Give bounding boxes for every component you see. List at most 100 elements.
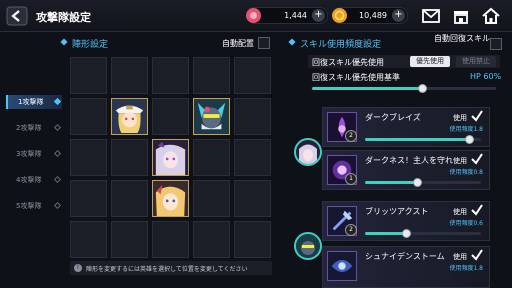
skill-frequency: 使用頻度0.8 <box>449 169 483 176</box>
skill-use-label: 使用 <box>453 208 467 216</box>
skill-use-label: 使用 <box>453 157 467 165</box>
shop-icon[interactable] <box>451 6 471 26</box>
grid-cell[interactable] <box>70 180 107 217</box>
grid-cell[interactable] <box>70 139 107 176</box>
skill-frequency-slider[interactable] <box>365 135 481 144</box>
home-icon[interactable] <box>481 6 501 26</box>
skill-frequency-fill <box>365 138 470 141</box>
mail-icon[interactable] <box>421 6 441 26</box>
auto-recovery-label: 自動回復スキル <box>434 34 490 43</box>
grid-cell[interactable] <box>193 221 230 258</box>
threshold-slider[interactable] <box>312 84 496 93</box>
grid-cell[interactable] <box>234 98 271 135</box>
grid-cell[interactable] <box>70 221 107 258</box>
tab-team-2[interactable]: 2攻撃隊 <box>6 121 62 135</box>
tab-label: 2攻撃隊 <box>16 124 42 132</box>
add-gold-button[interactable]: + <box>392 9 405 22</box>
tab-marker-icon <box>53 149 62 158</box>
schneiden-storm-skill-icon <box>327 251 357 281</box>
skill-frequency-knob[interactable] <box>401 229 411 238</box>
skill-card-1: 2 ダークブレイズ 使用 使用頻度1.8 <box>322 107 490 147</box>
grid-cell[interactable] <box>152 221 189 258</box>
gem-currency: 1,444 + <box>246 7 328 24</box>
skill-use-label: 使用 <box>453 253 467 261</box>
threshold-value: HP 60% <box>470 72 502 81</box>
grid-cell[interactable] <box>234 180 271 217</box>
skill-use-check-icon[interactable] <box>471 204 483 216</box>
gold-coin-icon <box>332 8 347 23</box>
add-gem-button[interactable]: + <box>312 9 325 22</box>
grid-cell[interactable] <box>111 180 148 217</box>
formation-section-title: 陣形設定 <box>72 40 109 50</box>
skill-frequency-fill <box>365 181 418 184</box>
skill-frequency-knob[interactable] <box>465 135 475 144</box>
skill-level-badge: 1 <box>345 173 357 185</box>
hero-portrait-dark-mage[interactable] <box>152 139 189 176</box>
skill-use-check-icon[interactable] <box>471 153 483 165</box>
skill-name: ダークネス！主人を守れ <box>365 156 453 165</box>
character-badge-robot[interactable] <box>294 232 322 260</box>
hero-portrait-blonde[interactable] <box>152 180 189 217</box>
priority-on-button[interactable]: 優先使用 <box>410 56 450 67</box>
grid-cell[interactable] <box>193 139 230 176</box>
gem-icon <box>246 8 261 23</box>
skill-frequency-knob[interactable] <box>413 178 423 187</box>
grid-cell[interactable] <box>70 98 107 135</box>
skill-use-check-icon[interactable] <box>471 110 483 122</box>
grid-cell[interactable] <box>193 57 230 94</box>
grid-cell[interactable] <box>111 221 148 258</box>
back-icon[interactable] <box>6 6 28 26</box>
skill-use-check-icon[interactable] <box>471 249 483 261</box>
tab-team-1[interactable]: 1攻撃隊 <box>6 95 62 109</box>
hero-portrait-captain[interactable] <box>111 98 148 135</box>
hero-portrait-robot[interactable] <box>193 98 230 135</box>
skill-level-badge: 2 <box>345 130 357 142</box>
dark-mage-avatar-icon <box>296 140 320 164</box>
skill-frequency-slider[interactable] <box>365 229 481 238</box>
grid-cell[interactable] <box>111 139 148 176</box>
formation-diamond-icon <box>60 38 68 46</box>
skill-name: ブリッツアクスト <box>365 207 429 216</box>
grid-cell[interactable] <box>234 139 271 176</box>
character-badge-dark-mage[interactable] <box>294 138 322 166</box>
threshold-label: 回復スキル優先使用基準 <box>312 73 400 82</box>
skill-frequency: 使用頻度1.8 <box>449 126 483 133</box>
grid-cell[interactable] <box>111 57 148 94</box>
tab-label: 1攻撃隊 <box>18 98 44 106</box>
auto-place-label: 自動配置 <box>222 39 254 48</box>
grid-cell[interactable] <box>152 98 189 135</box>
auto-recovery-checkbox[interactable] <box>490 38 502 50</box>
tab-marker-icon <box>53 201 62 210</box>
grid-cell[interactable] <box>234 221 271 258</box>
threshold-slider-knob[interactable] <box>418 84 428 93</box>
tab-label: 3攻撃隊 <box>16 150 42 158</box>
gold-amount: 10,489 <box>359 11 387 20</box>
tab-team-4[interactable]: 4攻撃隊 <box>6 173 62 187</box>
auto-place-checkbox[interactable] <box>258 37 270 49</box>
grid-cell[interactable] <box>152 57 189 94</box>
threshold-slider-fill <box>312 87 423 90</box>
priority-off-button[interactable]: 使用禁止 <box>456 56 496 67</box>
grid-cell[interactable] <box>234 57 271 94</box>
skill-frequency: 使用頻度0.6 <box>449 220 483 227</box>
tab-label: 5攻撃隊 <box>16 202 42 210</box>
tab-team-3[interactable]: 3攻撃隊 <box>6 147 62 161</box>
tab-team-5[interactable]: 5攻撃隊 <box>6 199 62 213</box>
grid-cell[interactable] <box>193 180 230 217</box>
priority-label: 回復スキル優先使用 <box>312 58 384 67</box>
hint-bar: ! 陣形を変更するには英雄を選択して位置を変更してください <box>70 261 272 275</box>
grid-cell[interactable] <box>70 57 107 94</box>
top-bar: 攻撃隊設定 1,444 + 10,489 + <box>0 0 512 32</box>
skill-use-label: 使用 <box>453 114 467 122</box>
info-icon: ! <box>74 264 82 272</box>
formation-grid <box>70 57 272 259</box>
skill-level-badge: 2 <box>345 224 357 236</box>
skill-section-title: スキル使用頻度設定 <box>300 40 382 50</box>
skill-frequency-fill <box>365 232 406 235</box>
page-title: 攻撃隊設定 <box>36 11 91 24</box>
skill-name: ダークブレイズ <box>365 113 421 122</box>
skill-frequency: 使用頻度1.8 <box>449 265 483 272</box>
skill-frequency-slider[interactable] <box>365 178 481 187</box>
hint-text: 陣形を変更するには英雄を選択して位置を変更してください <box>86 266 248 273</box>
tab-marker-icon <box>53 97 62 106</box>
